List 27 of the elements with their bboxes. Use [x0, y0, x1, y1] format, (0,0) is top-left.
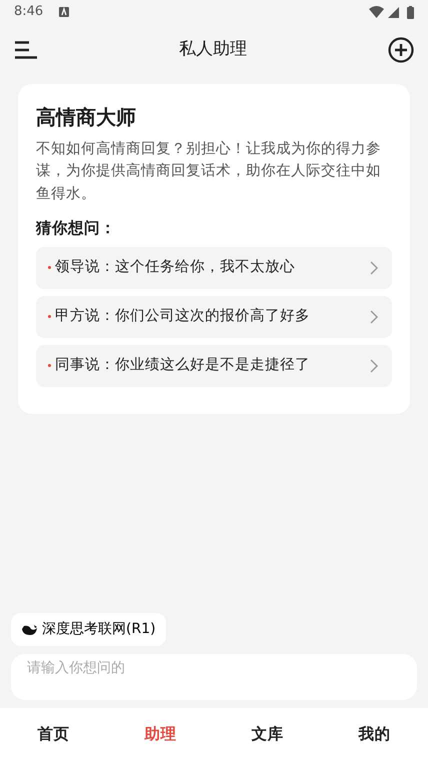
question-field[interactable]: 请输入你想问的: [11, 654, 417, 700]
suggestion-item[interactable]: 同事说：你业绩这么好是不是走捷径了: [36, 344, 392, 387]
chevron-icon: [370, 260, 378, 275]
whale-icon: [21, 624, 38, 636]
mode-chip[interactable]: 深度思考联网(R1): [11, 613, 166, 646]
bullet-icon: [48, 315, 51, 318]
bullet-icon: [48, 364, 51, 368]
add-icon[interactable]: [388, 37, 414, 63]
chevron-icon: [370, 358, 378, 373]
suggestion-item[interactable]: 甲方说：你们公司这次的报价高了好多: [36, 296, 392, 338]
card-description: 不知如何高情商回复？别担心！让我成为你的得力参谋，为你提供高情商回复话术，助你在人际交往中如鱼得水。: [36, 140, 382, 204]
notification-icon: [59, 7, 70, 17]
card-title: 高情商大师: [36, 104, 137, 131]
menu-icon[interactable]: [14, 41, 38, 59]
nav-tab[interactable]: 首页: [0, 722, 107, 748]
nav-tab[interactable]: 助理: [107, 722, 214, 748]
signal-icon: [388, 6, 399, 18]
suggestion-item[interactable]: 领导说：这个任务给你，我不太放心: [36, 246, 392, 289]
battery-icon: [407, 6, 414, 18]
status-time: 8:46: [14, 3, 44, 22]
page-title: 私人助理: [179, 38, 247, 62]
chevron-icon: [370, 310, 378, 324]
nav-tab[interactable]: 我的: [321, 722, 428, 748]
bullet-icon: [48, 266, 51, 270]
wifi-icon: [369, 6, 384, 18]
nav-tab[interactable]: 文库: [214, 722, 321, 748]
suggestions-heading: 猜你想问：: [36, 218, 117, 240]
